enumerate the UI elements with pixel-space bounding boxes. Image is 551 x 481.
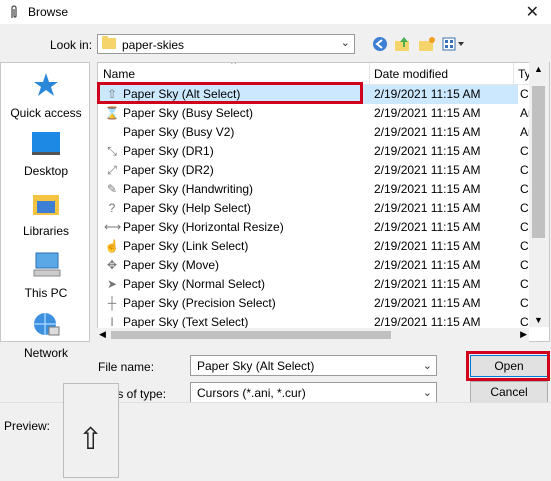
sort-arrow-icon: ⌃ <box>229 62 239 72</box>
look-in-value: paper-skies <box>122 38 185 52</box>
file-type-dropdown[interactable]: Cursors (*.ani, *.cur) ⌄ <box>190 382 437 403</box>
cursor-busy-v2-icon <box>104 124 120 140</box>
cancel-button[interactable]: Cancel <box>470 381 548 403</box>
look-in-label: Look in: <box>50 38 93 52</box>
file-row[interactable]: ? Paper Sky (Help Select) 2/19/2021 11:1… <box>98 199 536 218</box>
file-row[interactable]: ⤢ Paper Sky (DR2) 2/19/2021 11:15 AM Cu <box>98 161 535 180</box>
desktop-icon <box>32 132 60 155</box>
folder-icon <box>102 36 116 49</box>
scroll-thumb[interactable] <box>111 331 391 339</box>
file-row[interactable]: ⌛ Paper Sky (Busy Select) 2/19/2021 11:1… <box>98 104 535 123</box>
cursor-normal-icon: ➤ <box>106 277 118 291</box>
preview-pane: ⇧ <box>63 383 119 478</box>
file-row[interactable]: ✎ Paper Sky (Handwriting) 2/19/2021 11:1… <box>98 180 535 199</box>
file-row[interactable]: ✥ Paper Sky (Move) 2/19/2021 11:15 AM Cu <box>98 256 535 275</box>
place-label: This PC <box>24 286 68 300</box>
selected-row-highlight <box>97 82 363 104</box>
chevron-down-icon[interactable]: ⌄ <box>423 359 432 372</box>
file-name-field[interactable]: Paper Sky (Alt Select) ⌄ <box>190 355 437 376</box>
title-bar: Browse ✕ <box>0 0 551 24</box>
file-name-label: File name: <box>98 360 155 374</box>
place-desktop[interactable]: Desktop <box>1 131 91 178</box>
scroll-up-icon[interactable]: ▲ <box>534 64 543 74</box>
file-row[interactable]: Paper Sky (Busy V2) 2/19/2021 11:15 AM A… <box>98 123 535 142</box>
cursor-busy-icon: ⌛ <box>104 106 120 120</box>
back-icon[interactable] <box>372 36 388 52</box>
place-this-pc[interactable]: This PC <box>1 251 91 300</box>
chevron-down-icon[interactable]: ⌄ <box>423 386 432 399</box>
scroll-down-icon[interactable]: ▼ <box>534 315 543 325</box>
place-label: Libraries <box>22 224 70 238</box>
place-network[interactable]: Network <box>1 311 91 360</box>
column-date[interactable]: Date modified <box>374 67 448 81</box>
place-label: Quick access <box>10 106 82 120</box>
column-name[interactable]: Name <box>103 67 135 81</box>
window-title: Browse <box>28 5 69 19</box>
scroll-left-icon[interactable]: ◀ <box>99 329 106 340</box>
close-button[interactable]: ✕ <box>526 2 539 22</box>
look-in-dropdown[interactable]: paper-skies ⌄ <box>97 34 355 54</box>
cursor-link-icon: ☝ <box>104 239 120 253</box>
file-row[interactable]: ⤡ Paper Sky (DR1) 2/19/2021 11:15 AM Cu <box>98 142 535 161</box>
place-label: Network <box>23 346 68 360</box>
horizontal-scrollbar[interactable]: ◀ ▶ <box>97 328 529 342</box>
cursor-preview-icon: ⇧ <box>78 423 104 456</box>
file-list[interactable]: Name ⌃ Date modified Ty ⇧ Paper Sky (Alt… <box>97 62 550 342</box>
network-icon <box>34 313 60 336</box>
cursor-move-icon: ✥ <box>106 258 118 272</box>
cursor-dr1-icon: ⤡ <box>107 144 117 158</box>
file-row[interactable]: ┼ Paper Sky (Precision Select) 2/19/2021… <box>98 294 536 313</box>
cursor-horizontal-resize-icon: ⟷ <box>104 220 122 234</box>
cursor-precision-icon: ┼ <box>107 296 117 310</box>
new-folder-icon[interactable] <box>418 36 436 52</box>
preview-label: Preview: <box>4 419 51 433</box>
star-icon <box>34 73 58 96</box>
places-bar: Quick access Desktop Libraries This PC N… <box>0 62 91 360</box>
scroll-right-icon[interactable]: ▶ <box>520 329 527 340</box>
pc-icon <box>33 252 61 277</box>
place-label: Desktop <box>23 164 69 178</box>
file-row[interactable]: ☝ Paper Sky (Link Select) 2/19/2021 11:1… <box>98 237 536 256</box>
file-row[interactable]: ➤ Paper Sky (Normal Select) 2/19/2021 11… <box>98 275 535 294</box>
cursor-dr2-icon: ⤢ <box>107 163 117 177</box>
open-button-highlight <box>466 351 550 381</box>
file-row[interactable]: ⟷ Paper Sky (Horizontal Resize) 2/19/202… <box>98 218 535 237</box>
cursor-help-icon: ? <box>108 201 116 215</box>
view-menu-icon[interactable] <box>442 36 466 52</box>
scroll-thumb[interactable] <box>532 86 545 238</box>
place-libraries[interactable]: Libraries <box>1 191 91 238</box>
paperclip-icon <box>11 5 17 18</box>
chevron-down-icon[interactable]: ⌄ <box>341 36 350 49</box>
vertical-scrollbar[interactable]: ▲ ▼ <box>529 62 549 327</box>
cursor-handwriting-icon: ✎ <box>106 182 118 196</box>
up-folder-icon[interactable] <box>394 36 412 52</box>
libraries-icon <box>33 195 59 215</box>
place-quick-access[interactable]: Quick access <box>1 71 91 120</box>
